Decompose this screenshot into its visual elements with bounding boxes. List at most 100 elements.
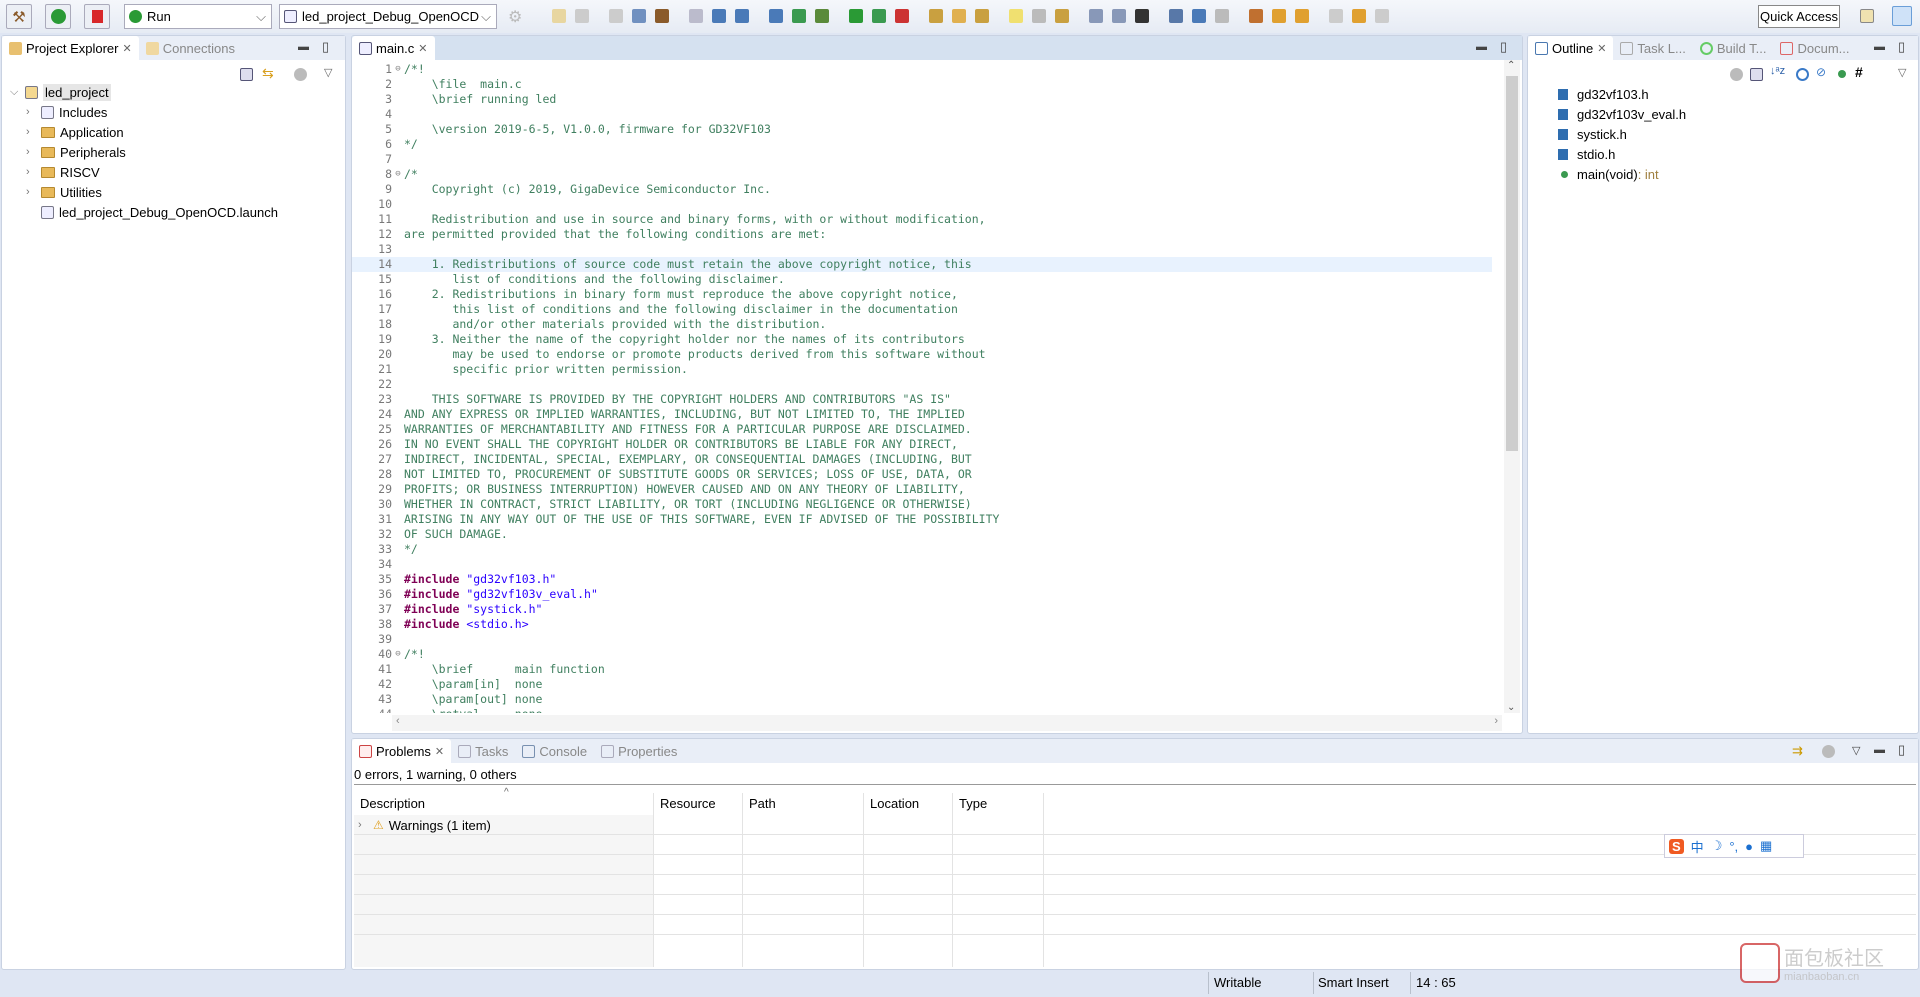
scroll-up-icon[interactable]: ⌃	[1507, 60, 1515, 71]
hide-non-public-icon[interactable]	[1838, 70, 1846, 78]
next-annotation-icon[interactable]	[1055, 9, 1069, 23]
chevron-right-icon[interactable]: ›	[358, 819, 368, 831]
maximize-icon[interactable]: ▯	[1898, 742, 1905, 758]
chevron-right-icon[interactable]: ›	[26, 186, 36, 198]
table-row[interactable]	[354, 875, 1916, 895]
fold-toggle-icon[interactable]: ⊖	[392, 167, 404, 182]
open-resource-icon[interactable]	[952, 9, 966, 23]
tab-tasks[interactable]: Tasks	[451, 739, 515, 763]
show-whitespace-icon[interactable]	[1112, 9, 1126, 23]
tab-console[interactable]: Console	[515, 739, 594, 763]
new-icon[interactable]	[552, 9, 566, 23]
external-tools-icon[interactable]	[895, 9, 909, 23]
outline-item[interactable]: systick.h	[1558, 124, 1627, 144]
maximize-icon[interactable]: ▯	[1898, 39, 1905, 55]
minimize-icon[interactable]: ▬	[1874, 744, 1885, 756]
open-perspective-icon[interactable]	[1860, 9, 1874, 23]
outline-item[interactable]: stdio.h	[1558, 144, 1615, 164]
horizontal-scrollbar[interactable]: ‹ ›	[392, 715, 1502, 731]
tab-outline[interactable]: Outline ✕	[1528, 36, 1614, 60]
forward-icon[interactable]	[1352, 9, 1366, 23]
chevron-right-icon[interactable]: ›	[26, 146, 36, 158]
hide-fields-icon[interactable]	[1796, 68, 1809, 81]
ime-grid-icon[interactable]: ▦	[1760, 838, 1772, 854]
column-header-type[interactable]: Type	[953, 793, 1044, 815]
view-menu-icon[interactable]: ▽	[324, 66, 332, 79]
column-header-resource[interactable]: Resource	[654, 793, 743, 815]
settings-icon[interactable]	[632, 9, 646, 23]
table-row[interactable]	[354, 915, 1916, 935]
table-row[interactable]	[354, 815, 1916, 835]
fold-toggle-icon[interactable]: ⊖	[392, 647, 404, 662]
fold-toggle-icon[interactable]: ⊖	[392, 62, 404, 77]
tree-item[interactable]: ⌵ led_project	[10, 82, 111, 102]
tree-item[interactable]: led_project_Debug_OpenOCD.launch	[26, 202, 278, 222]
tab-problems[interactable]: Problems ✕	[352, 739, 452, 763]
profile-icon[interactable]	[1135, 9, 1149, 23]
column-header-path[interactable]: Path	[743, 793, 864, 815]
step-filter-icon[interactable]	[1192, 9, 1206, 23]
run-coverage-icon[interactable]	[872, 9, 886, 23]
hide-macros-icon[interactable]: #	[1855, 64, 1863, 80]
warnings-group-row[interactable]: › ⚠ Warnings (1 item)	[358, 815, 491, 835]
tree-item[interactable]: › RISCV	[26, 162, 100, 182]
terminal-icon[interactable]	[1169, 9, 1183, 23]
hide-static-icon[interactable]: ⊘	[1816, 65, 1826, 79]
new-c-project-icon[interactable]	[712, 9, 726, 23]
column-header-location[interactable]: Location	[864, 793, 953, 815]
tab-project-explorer[interactable]: Project Explorer ✕	[2, 36, 139, 60]
table-row[interactable]	[354, 895, 1916, 915]
launch-mode-select[interactable]: Run ⌵	[124, 4, 272, 29]
filter-icon[interactable]	[1822, 745, 1835, 758]
scrollbar-thumb[interactable]	[1506, 76, 1518, 451]
close-icon[interactable]: ✕	[418, 42, 427, 55]
tab-main-c[interactable]: main.c ✕	[352, 36, 435, 60]
chevron-right-icon[interactable]: ›	[26, 166, 36, 178]
launch-config-select[interactable]: led_project_Debug_OpenOCD ⌵	[279, 4, 497, 29]
debug-icon[interactable]	[815, 9, 829, 23]
pen-icon[interactable]	[975, 9, 989, 23]
filter-icon[interactable]	[294, 68, 307, 81]
ime-moon-icon[interactable]: ☽	[1711, 838, 1723, 854]
minimize-icon[interactable]: ▬	[298, 41, 309, 53]
sort-icon[interactable]: ↓ᵃz	[1770, 65, 1785, 77]
collapse-all-icon[interactable]	[1750, 68, 1763, 81]
scroll-right-icon[interactable]: ›	[1494, 715, 1498, 727]
vertical-scrollbar[interactable]: ⌃ ⌄	[1504, 60, 1520, 713]
chevron-right-icon[interactable]: ›	[26, 106, 36, 118]
link-with-editor-icon[interactable]: ⇆	[262, 65, 274, 82]
tab-build-targets[interactable]: Build T...	[1693, 36, 1774, 60]
block-select-icon[interactable]	[1032, 9, 1046, 23]
back-icon[interactable]	[1329, 9, 1343, 23]
save-all-icon[interactable]	[609, 9, 623, 23]
tree-item[interactable]: › Utilities	[26, 182, 102, 202]
outline-item[interactable]: gd32vf103v_eval.h	[1558, 104, 1686, 124]
close-icon[interactable]: ✕	[435, 745, 444, 758]
quick-access-input[interactable]: Quick Access	[1758, 5, 1840, 28]
launch-button[interactable]	[45, 4, 71, 29]
tab-documents[interactable]: Docum...	[1773, 36, 1856, 60]
focus-on-active-icon[interactable]: ⇉	[1792, 743, 1803, 759]
ime-chinese-mode-icon[interactable]: 中	[1691, 837, 1704, 856]
view-menu-icon[interactable]: ▽	[1898, 66, 1906, 79]
tab-properties[interactable]: Properties	[594, 739, 684, 763]
ime-punctuation-icon[interactable]: °,	[1729, 839, 1738, 854]
build-button[interactable]: ⚒	[6, 4, 32, 29]
close-icon[interactable]: ✕	[1597, 42, 1606, 55]
launch-config-gear-icon[interactable]: ⚙	[508, 7, 522, 27]
tree-item[interactable]: › Application	[26, 122, 124, 142]
next-edit-icon[interactable]	[1272, 9, 1286, 23]
tree-item[interactable]: › Includes	[26, 102, 107, 122]
build-grid-icon[interactable]	[1249, 9, 1263, 23]
table-row[interactable]	[354, 855, 1916, 875]
tab-connections[interactable]: Connections	[139, 36, 242, 60]
stop-button[interactable]	[84, 4, 110, 29]
binary-icon[interactable]	[689, 9, 703, 23]
save-icon[interactable]	[575, 9, 589, 23]
ime-toolbar[interactable]: S 中 ☽ °, ● ▦	[1664, 834, 1804, 858]
scroll-down-icon[interactable]: ⌄	[1507, 702, 1515, 713]
outline-item[interactable]: main(void) : int	[1558, 164, 1659, 184]
build-dropdown-icon[interactable]	[655, 9, 669, 23]
new-cpp-project-icon[interactable]	[735, 9, 749, 23]
minimize-icon[interactable]: ▬	[1874, 41, 1885, 53]
